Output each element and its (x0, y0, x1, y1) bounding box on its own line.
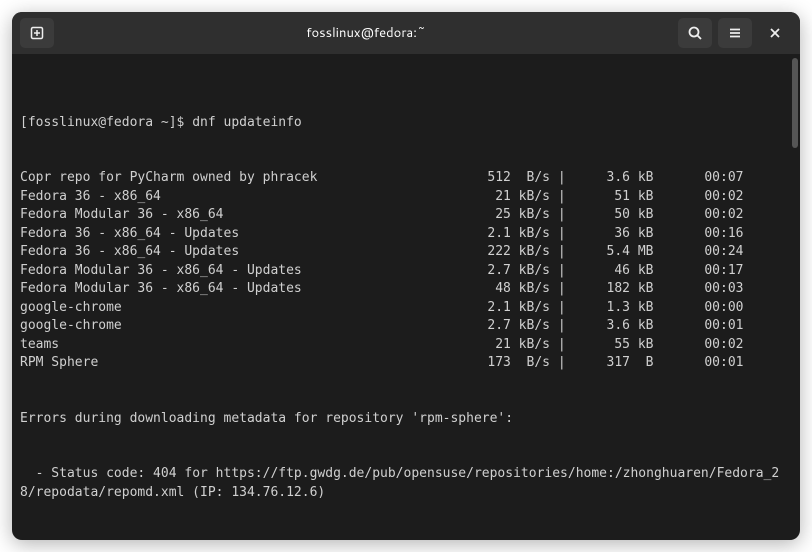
repo-name: RPM Sphere (20, 354, 460, 373)
repo-time: 00:01 (653, 354, 743, 373)
repo-size: 46 kB (573, 262, 653, 281)
repo-name: google-chrome (20, 317, 460, 336)
repo-row: Fedora 36 - x86_64 - Updates2.1 kB/s | 3… (20, 225, 792, 244)
repo-speed: 21 kB/s (460, 336, 550, 355)
repo-time: 00:17 (653, 262, 743, 281)
repo-name: Fedora 36 - x86_64 (20, 188, 460, 207)
close-button[interactable] (758, 18, 792, 48)
error-header: Errors during downloading metadata for r… (20, 410, 792, 429)
repo-speed: 21 kB/s (460, 188, 550, 207)
repo-speed: 222 kB/s (460, 243, 550, 262)
repo-speed: 2.7 kB/s (460, 317, 550, 336)
repo-speed: 48 kB/s (460, 280, 550, 299)
repo-time: 00:00 (653, 299, 743, 318)
repo-size: 5.4 MB (573, 243, 653, 262)
repo-row: Fedora Modular 36 - x86_64 - Updates2.7 … (20, 262, 792, 281)
scrollbar[interactable] (792, 58, 798, 148)
repo-row: Copr repo for PyCharm owned by phracek51… (20, 169, 792, 188)
repo-time: 00:02 (653, 206, 743, 225)
terminal-content[interactable]: [fosslinux@fedora ~]$ dnf updateinfo Cop… (12, 54, 800, 540)
prompt-line: [fosslinux@fedora ~]$ dnf updateinfo (20, 114, 792, 133)
repo-time: 00:16 (653, 225, 743, 244)
repo-row: Fedora 36 - x86_64 - Updates222 kB/s | 5… (20, 243, 792, 262)
error-summary: Error: Failed to download metadata for r… (20, 539, 792, 540)
repo-name: Fedora 36 - x86_64 - Updates (20, 225, 460, 244)
repo-name: teams (20, 336, 460, 355)
repo-time: 00:01 (653, 317, 743, 336)
repo-row: RPM Sphere173 B/s | 317 B00:01 (20, 354, 792, 373)
repo-size: 1.3 kB (573, 299, 653, 318)
repo-size: 55 kB (573, 336, 653, 355)
repo-size: 3.6 kB (573, 169, 653, 188)
menu-button[interactable] (718, 18, 752, 48)
repo-time: 00:02 (653, 188, 743, 207)
repo-speed: 173 B/s (460, 354, 550, 373)
repo-size: 51 kB (573, 188, 653, 207)
repo-row: teams21 kB/s | 55 kB00:02 (20, 336, 792, 355)
repo-name: Fedora Modular 36 - x86_64 - Updates (20, 262, 460, 281)
command: dnf updateinfo (192, 115, 302, 130)
terminal-window: fosslinux@fedora:~ [fosslinux@fedora ~]$… (12, 12, 800, 540)
search-icon (687, 25, 703, 41)
repo-size: 36 kB (573, 225, 653, 244)
repo-size: 50 kB (573, 206, 653, 225)
repo-name: Fedora 36 - x86_64 - Updates (20, 243, 460, 262)
repo-speed: 2.7 kB/s (460, 262, 550, 281)
repo-row: Fedora Modular 36 - x86_64 - Updates48 k… (20, 280, 792, 299)
new-tab-button[interactable] (20, 18, 54, 48)
search-button[interactable] (678, 18, 712, 48)
repo-time: 00:07 (653, 169, 743, 188)
repo-name: Fedora Modular 36 - x86_64 (20, 206, 460, 225)
repo-speed: 25 kB/s (460, 206, 550, 225)
repo-row: google-chrome2.1 kB/s | 1.3 kB00:00 (20, 299, 792, 318)
repo-speed: 512 B/s (460, 169, 550, 188)
repo-name: google-chrome (20, 299, 460, 318)
repo-name: Copr repo for PyCharm owned by phracek (20, 169, 460, 188)
titlebar: fosslinux@fedora:~ (12, 12, 800, 54)
error-detail: - Status code: 404 for https://ftp.gwdg.… (20, 465, 792, 502)
repo-row: Fedora Modular 36 - x86_6425 kB/s | 50 k… (20, 206, 792, 225)
hamburger-icon (727, 25, 743, 41)
prompt: [fosslinux@fedora ~]$ (20, 115, 192, 130)
plus-icon (29, 25, 45, 41)
repo-size: 182 kB (573, 280, 653, 299)
repo-row: Fedora 36 - x86_6421 kB/s | 51 kB00:02 (20, 188, 792, 207)
close-icon (767, 25, 783, 41)
repo-time: 00:03 (653, 280, 743, 299)
repo-speed: 2.1 kB/s (460, 225, 550, 244)
repo-row: google-chrome2.7 kB/s | 3.6 kB00:01 (20, 317, 792, 336)
repo-time: 00:24 (653, 243, 743, 262)
repo-name: Fedora Modular 36 - x86_64 - Updates (20, 280, 460, 299)
repo-size: 317 B (573, 354, 653, 373)
repo-size: 3.6 kB (573, 317, 653, 336)
repo-time: 00:02 (653, 336, 743, 355)
window-title: fosslinux@fedora:~ (306, 24, 425, 42)
repo-speed: 2.1 kB/s (460, 299, 550, 318)
